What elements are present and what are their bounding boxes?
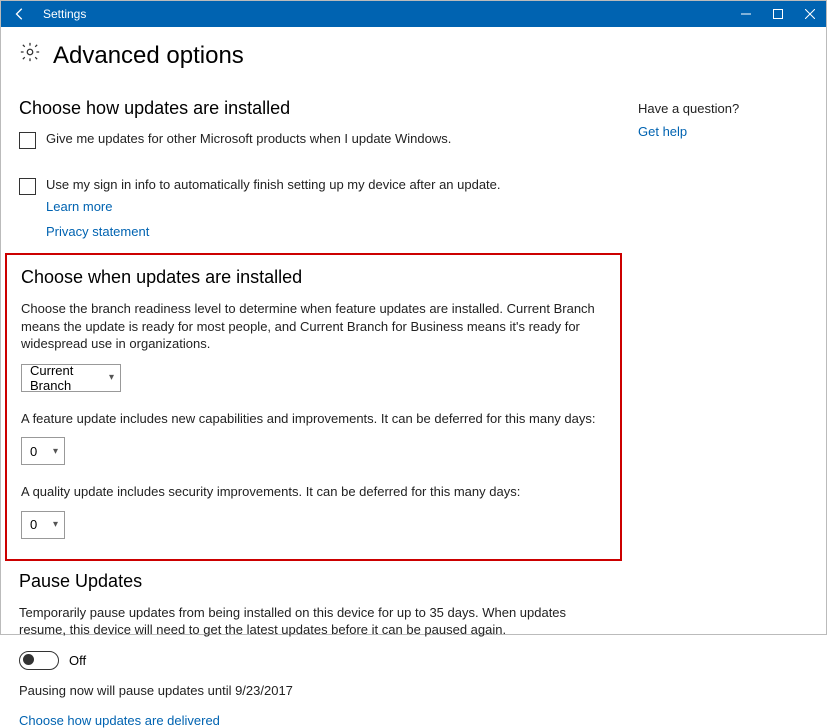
chevron-down-icon: ▾ [53,446,58,457]
checkbox-other-products[interactable] [19,132,36,149]
maximize-button[interactable] [762,1,794,27]
label-other-products: Give me updates for other Microsoft prod… [46,131,451,148]
section-install-when-title: Choose when updates are installed [21,267,608,288]
pause-note: Pausing now will pause updates until 9/2… [19,682,622,700]
gear-icon [19,41,41,70]
page-title: Advanced options [53,42,244,70]
quality-defer-label: A quality update includes security impro… [21,483,608,501]
feature-defer-label: A feature update includes new capabiliti… [21,410,608,428]
minimize-button[interactable] [730,1,762,27]
quality-defer-value: 0 [30,517,37,532]
feature-defer-value: 0 [30,444,37,459]
learn-more-link[interactable]: Learn more [46,199,112,214]
pause-toggle[interactable] [19,651,59,670]
sidebar-question: Have a question? [638,101,808,116]
feature-defer-dropdown[interactable]: 0 ▾ [21,437,65,465]
section-install-how-title: Choose how updates are installed [19,98,622,119]
chevron-down-icon: ▾ [109,372,114,383]
pause-description: Temporarily pause updates from being ins… [19,604,609,639]
window-title: Settings [39,7,86,21]
label-signin-finish: Use my sign in info to automatically fin… [46,177,501,194]
pause-toggle-label: Off [69,653,86,668]
quality-defer-dropdown[interactable]: 0 ▾ [21,511,65,539]
section-pause-title: Pause Updates [19,571,622,592]
privacy-statement-link[interactable]: Privacy statement [46,224,149,239]
install-when-description: Choose the branch readiness level to det… [21,300,601,353]
back-button[interactable] [1,1,39,27]
page-heading-row: Advanced options [19,41,622,70]
branch-readiness-value: Current Branch [30,363,103,393]
titlebar: Settings [1,1,826,27]
get-help-link[interactable]: Get help [638,124,687,139]
chevron-down-icon: ▾ [53,519,58,530]
checkbox-signin-finish[interactable] [19,178,36,195]
branch-readiness-dropdown[interactable]: Current Branch ▾ [21,364,121,392]
close-button[interactable] [794,1,826,27]
install-when-highlight: Choose when updates are installed Choose… [5,253,622,561]
delivery-optimization-link[interactable]: Choose how updates are delivered [19,713,220,728]
